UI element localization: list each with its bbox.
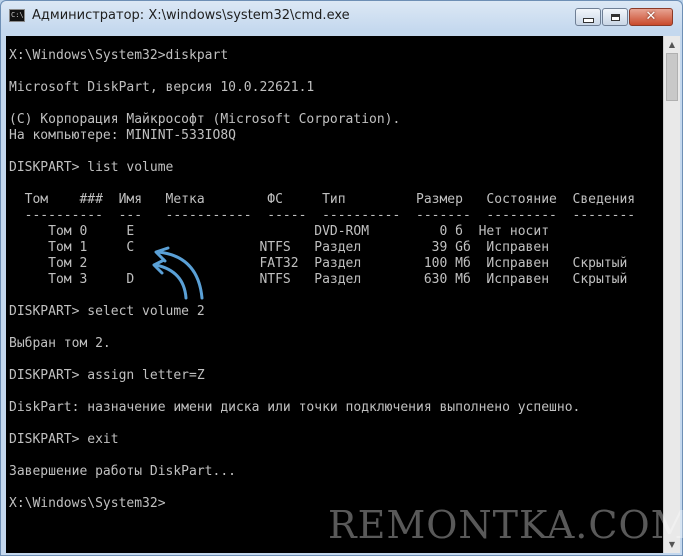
console-line: Том 2 FAT32 Раздел 100 Мб Исправен Скрыт… bbox=[9, 256, 628, 271]
console-line: DISKPART> assign letter=Z bbox=[9, 368, 205, 383]
vertical-scrollbar[interactable]: ▲ ▼ bbox=[663, 36, 680, 553]
console-line: Том 0 E DVD-ROM 0 б Нет носит bbox=[9, 224, 550, 239]
console-line: Microsoft DiskPart, версия 10.0.22621.1 bbox=[9, 80, 315, 95]
maximize-button[interactable] bbox=[602, 8, 628, 26]
cmd-app-icon[interactable]: C:\ bbox=[9, 9, 25, 22]
console-line: DISKPART> list volume bbox=[9, 160, 174, 175]
console-line: DISKPART> select volume 2 bbox=[9, 304, 205, 319]
console-line: Том ### Имя Метка ФС Тип Размер Состояни… bbox=[9, 192, 636, 207]
scroll-up-icon[interactable]: ▲ bbox=[664, 36, 680, 53]
console-line: X:\Windows\System32> bbox=[9, 496, 166, 511]
console-line: Завершение работы DiskPart... bbox=[9, 464, 236, 479]
scroll-thumb[interactable] bbox=[666, 53, 678, 101]
console-line: DISKPART> exit bbox=[9, 432, 119, 447]
minimize-button[interactable] bbox=[575, 8, 601, 26]
close-icon: ✕ bbox=[645, 9, 657, 24]
minimize-icon bbox=[582, 17, 594, 23]
console-line: Том 3 D NTFS Раздел 630 Мб Исправен Скры… bbox=[9, 272, 628, 287]
close-button[interactable]: ✕ bbox=[629, 8, 673, 26]
console-line: ---------- --- ----------- ----- -------… bbox=[9, 208, 636, 223]
console-line: (C) Корпорация Майкрософт (Microsoft Cor… bbox=[9, 112, 401, 127]
console-line: На компьютере: MININT-533IO8Q bbox=[9, 128, 236, 143]
cmd-window: C:\ Администратор: X:\windows\system32\c… bbox=[0, 0, 683, 556]
maximize-icon bbox=[610, 13, 620, 21]
window-title: Администратор: X:\windows\system32\cmd.e… bbox=[32, 8, 350, 23]
console-line: DiskPart: назначение имени диска или точ… bbox=[9, 400, 581, 415]
console-line: Выбран том 2. bbox=[9, 336, 111, 351]
title-bar[interactable]: C:\ Администратор: X:\windows\system32\c… bbox=[1, 1, 682, 31]
console-line: X:\Windows\System32>diskpart bbox=[9, 48, 229, 63]
console-line: Том 1 C NTFS Раздел 39 Gб Исправен bbox=[9, 240, 550, 255]
watermark: REMONTKA.COM bbox=[328, 503, 683, 547]
console-output[interactable]: X:\Windows\System32>diskpart Microsoft Di… bbox=[6, 36, 663, 553]
